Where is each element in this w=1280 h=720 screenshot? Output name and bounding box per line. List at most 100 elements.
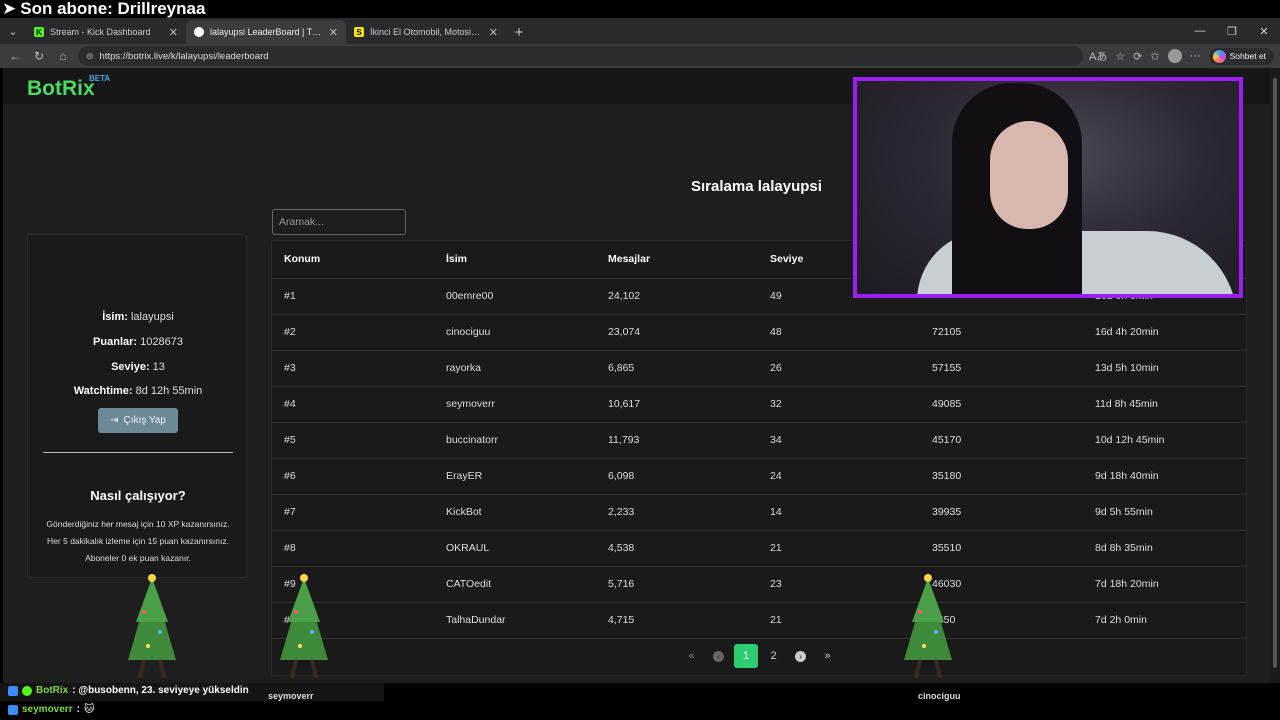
cell-level: 23 (758, 566, 920, 603)
beta-badge: BETA (89, 74, 111, 83)
bot-badge-icon (8, 685, 18, 696)
header-rank[interactable]: Konum (272, 241, 434, 279)
cell-points: 35510 (920, 530, 1083, 567)
close-tab-icon[interactable]: ✕ (169, 26, 178, 39)
sub-badge-icon (8, 704, 18, 715)
header-messages[interactable]: Mesajlar (596, 241, 758, 279)
page-title: Sıralama lalayupsi (691, 178, 822, 195)
prev-page-icon[interactable]: ‹ (705, 644, 732, 668)
browser-tab-bar: ⌄ K Stream - Kick Dashboard ✕ lalayupsi … (0, 18, 1280, 44)
leaderboard-table: Konum İsim Mesajlar Seviye #1 00emre00 24,… (271, 240, 1247, 676)
how-line: Aboneler 0 ek puan kazanır. (85, 553, 191, 563)
cell-rank: #5 (272, 422, 434, 459)
last-page-icon[interactable]: » (814, 644, 841, 668)
tab-title: Stream - Kick Dashboard (50, 27, 151, 37)
cell-name[interactable]: seymoverr (434, 386, 596, 423)
cell-level: 48 (758, 314, 920, 351)
cell-name[interactable]: 00emre00 (434, 278, 596, 315)
favorite-star-icon[interactable]: ☆ (1115, 50, 1125, 63)
cell-name[interactable]: cinociguu (434, 314, 596, 351)
cell-watchtime: 7d 18h 20min (1083, 566, 1246, 603)
pagination: « ‹ 1 2 › » (678, 644, 841, 668)
back-icon[interactable]: ← (6, 47, 24, 65)
copilot-chat-button[interactable]: Sohbet et (1208, 47, 1274, 65)
cell-messages: 6,098 (596, 458, 758, 495)
close-tab-icon[interactable]: ✕ (329, 26, 338, 39)
cell-level: 21 (758, 602, 920, 639)
cell-level: 34 (758, 422, 920, 459)
chat-message: BotRix : @busobenn, 23. seviyeye yükseld… (8, 685, 249, 696)
search-input[interactable] (272, 209, 406, 235)
table-row: #2 cinociguu 23,074 48 72105 16d 4h 20min (272, 314, 1246, 351)
how-it-works-text: Gönderdiğiniz her mesaj için 10 XP kazan… (28, 516, 248, 567)
cell-watchtime: 10d 12h 45min (1083, 422, 1246, 459)
cell-name[interactable]: KickBot (434, 494, 596, 531)
address-bar[interactable]: ⊜ https://botrix.live/k/lalayupsi/leader… (78, 46, 1083, 66)
kick-favicon-icon: K (34, 27, 44, 37)
tab-sahibinden[interactable]: S İkinci El Otomobil, Motosiklet Mo ✕ (346, 20, 506, 44)
tab-leaderboard[interactable]: lalayupsi LeaderBoard | The best C ✕ (186, 20, 346, 44)
next-page-icon[interactable]: › (787, 644, 814, 668)
cell-name[interactable]: TalhaDundar (434, 602, 596, 639)
first-page-icon[interactable]: « (678, 644, 705, 668)
cell-messages: 4,715 (596, 602, 758, 639)
botrix-logo[interactable]: BotRix (27, 77, 95, 101)
cell-level: 21 (758, 530, 920, 567)
tab-actions-icon[interactable]: ⌄ (0, 18, 26, 44)
reload-icon[interactable]: ↻ (30, 47, 48, 65)
table-row: #7 KickBot 2,233 14 39935 9d 5h 55min (272, 494, 1246, 531)
cell-messages: 4,538 (596, 530, 758, 567)
cell-rank: #7 (272, 494, 434, 531)
close-window-icon[interactable]: ✕ (1248, 18, 1280, 44)
christmas-tree-icon (898, 572, 958, 682)
toolbar-actions: Aあ ☆ ⟳ ✩ ··· Sohbet et (1089, 47, 1274, 65)
cell-watchtime: 9d 18h 40min (1083, 458, 1246, 495)
cell-name[interactable]: buccinatorr (434, 422, 596, 459)
site-info-icon[interactable]: ⊜ (86, 51, 94, 62)
cell-name[interactable]: ErayER (434, 458, 596, 495)
browser-toolbar: ← ↻ ⌂ ⊜ https://botrix.live/k/lalayupsi/… (0, 44, 1280, 68)
logout-button[interactable]: ⇥ Çıkış Yap (98, 408, 178, 433)
scrollbar-thumb[interactable] (1273, 78, 1277, 668)
url-text: https://botrix.live/k/lalayupsi/leaderbo… (99, 50, 269, 62)
new-tab-icon[interactable]: + (506, 20, 532, 44)
chat-message: seymoverr : 🐱 (8, 704, 94, 715)
emote-icon: 🐱 (83, 704, 95, 715)
tree-label: cinociguu (918, 691, 961, 701)
cell-rank: #1 (272, 278, 434, 315)
last-subscriber-text: Son abone: Drillreynaa (20, 0, 206, 18)
cell-rank: #8 (272, 530, 434, 567)
table-row: #9 CATOedit 5,716 23 46030 7d 18h 20min (272, 566, 1246, 603)
logout-label: Çıkış Yap (123, 415, 166, 426)
page-2-button[interactable]: 2 (760, 644, 787, 668)
cell-messages: 5,716 (596, 566, 758, 603)
table-row: #4 seymoverr 10,617 32 49085 11d 8h 45min (272, 386, 1246, 423)
translate-icon[interactable]: Aあ (1089, 48, 1107, 64)
profile-points: Puanlar: 1028673 (93, 336, 183, 348)
page-scrollbar[interactable] (1270, 68, 1280, 683)
cell-watchtime: 11d 8h 45min (1083, 386, 1246, 423)
cell-watchtime: 13d 5h 10min (1083, 350, 1246, 387)
cell-name[interactable]: OKRAUL (434, 530, 596, 567)
favorites-icon[interactable]: ✩ (1150, 50, 1159, 63)
header-name[interactable]: İsim (434, 241, 596, 279)
home-icon[interactable]: ⌂ (54, 47, 72, 65)
cell-rank: #6 (272, 458, 434, 495)
copilot-label: Sohbet et (1229, 51, 1266, 61)
cell-rank: #4 (272, 386, 434, 423)
more-options-icon[interactable]: ··· (1190, 50, 1201, 62)
tab-kick-dashboard[interactable]: K Stream - Kick Dashboard ✕ (26, 20, 186, 44)
minimize-icon[interactable]: — (1184, 18, 1216, 44)
cell-name[interactable]: CATOedit (434, 566, 596, 603)
profile-card: İsim: lalayupsi Puanlar: 1028673 Seviye:… (27, 234, 247, 578)
how-it-works-title: Nasıl çalışıyor? (90, 488, 186, 503)
profile-watchtime: Watchtime: 8d 12h 55min (73, 385, 203, 397)
profile-avatar[interactable] (1167, 49, 1182, 63)
cell-name[interactable]: rayorka (434, 350, 596, 387)
extensions-icon[interactable]: ⟳ (1133, 50, 1142, 63)
close-tab-icon[interactable]: ✕ (489, 26, 498, 39)
christmas-tree-icon (122, 572, 182, 682)
chat-text: : (76, 704, 80, 715)
page-1-button[interactable]: 1 (734, 644, 758, 668)
maximize-icon[interactable]: ❐ (1216, 18, 1248, 44)
